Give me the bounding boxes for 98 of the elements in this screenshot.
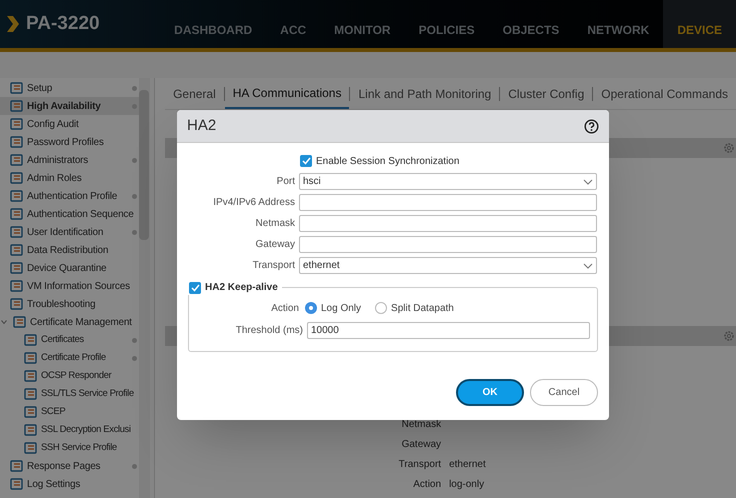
document-icon [13, 316, 27, 328]
document-icon [10, 154, 24, 166]
tab[interactable]: General [165, 78, 224, 109]
help-icon[interactable] [584, 118, 599, 134]
sidebar-item[interactable]: Response Pages [0, 457, 139, 475]
chevron-down-icon [583, 262, 593, 268]
nav-tab[interactable]: MONITOR [320, 0, 405, 48]
field-label: Threshold (ms) [236, 324, 303, 338]
input-field[interactable] [299, 194, 597, 211]
scrollbar[interactable] [138, 78, 150, 498]
document-icon [10, 226, 24, 238]
sidebar-item[interactable]: VM Information Sources [0, 277, 139, 295]
sidebar-item[interactable]: Certificate Management [0, 313, 139, 331]
sidebar-item[interactable]: Setup [0, 79, 139, 97]
field-label: Action [271, 302, 299, 316]
radio-button[interactable] [375, 302, 388, 314]
settings-icon[interactable] [723, 142, 735, 154]
document-icon [10, 244, 24, 256]
dialog-title: HA2 [187, 116, 216, 136]
ok-button[interactable]: OK [456, 379, 524, 406]
cancel-button[interactable]: Cancel [530, 379, 598, 406]
tab[interactable]: Link and Path Monitoring [350, 78, 500, 109]
document-icon [10, 100, 24, 112]
dropdown[interactable]: hsci [299, 173, 597, 190]
sidebar-item[interactable]: Password Profiles [0, 133, 139, 151]
checkbox[interactable] [189, 282, 201, 294]
caret-icon[interactable] [1, 318, 7, 326]
product-name: PA-3220 [26, 12, 100, 36]
field-label: Transport [252, 259, 295, 273]
document-icon [10, 118, 24, 130]
document-icon [10, 478, 24, 490]
sidebar-item[interactable]: SSL/TLS Service Profile [0, 385, 139, 403]
document-icon [10, 460, 24, 472]
field-value: ethernet [449, 458, 486, 472]
document-icon [24, 370, 38, 382]
document-icon [10, 262, 24, 274]
nav-tab[interactable]: OBJECTS [488, 0, 574, 48]
sidebar-item[interactable]: Config Audit [0, 115, 139, 133]
document-icon [10, 172, 24, 184]
sidebar-item[interactable]: Authentication Profile [0, 187, 139, 205]
dropdown[interactable]: ethernet [299, 257, 597, 274]
nav-tab[interactable]: ACC [266, 0, 320, 48]
document-icon [24, 424, 38, 436]
document-icon [10, 136, 24, 148]
sidebar-item[interactable]: SSH Service Profile [0, 439, 139, 457]
document-icon [24, 442, 38, 454]
logo-icon [4, 14, 22, 34]
sidebar-item[interactable]: Certificates [0, 331, 139, 349]
sidebar-item[interactable]: OCSP Responder [0, 367, 139, 385]
checkbox-label: Enable Session Synchronization [316, 154, 460, 168]
sidebar-item[interactable]: Admin Roles [0, 169, 139, 187]
sidebar-item[interactable]: Administrators [0, 151, 139, 169]
document-icon [10, 280, 24, 292]
checkbox-label: HA2 Keep-alive [205, 281, 278, 295]
field-label: Netmask [402, 418, 442, 432]
document-icon [10, 208, 24, 220]
input-field[interactable]: 10000 [307, 322, 590, 339]
field-label: IPv4/IPv6 Address [213, 196, 295, 210]
sidebar-item[interactable]: SSL Decryption Exclusi [0, 421, 139, 439]
document-icon [24, 352, 38, 364]
field-label: Netmask [256, 217, 295, 231]
sidebar-item[interactable]: Device Quarantine [0, 259, 139, 277]
sidebar-item[interactable]: High Availability [0, 97, 139, 115]
field-label: Transport [398, 458, 442, 472]
radio-button[interactable] [305, 302, 317, 314]
sidebar-item[interactable]: SCEP [0, 403, 139, 421]
field-label: Gateway [402, 438, 442, 452]
radio-label: Split Datapath [391, 302, 454, 316]
document-icon [10, 298, 24, 310]
document-icon [24, 334, 38, 346]
sidebar-item[interactable]: User Identification [0, 223, 139, 241]
input-field[interactable] [299, 215, 597, 232]
nav-tab[interactable]: POLICIES [404, 0, 489, 48]
document-icon [24, 388, 38, 400]
field-label: Gateway [256, 238, 295, 252]
sidebar-item[interactable]: Troubleshooting [0, 295, 139, 313]
nav-tab[interactable]: DASHBOARD [160, 0, 266, 48]
sidebar-item[interactable]: Authentication Sequence [0, 205, 139, 223]
sidebar-item[interactable]: Data Redistribution [0, 241, 139, 259]
field-label: Action [413, 478, 442, 492]
tab[interactable]: Operational Commands [593, 78, 736, 109]
checkbox[interactable] [300, 155, 312, 167]
document-icon [10, 190, 24, 202]
chevron-down-icon [583, 178, 593, 184]
tab[interactable]: Cluster Config [500, 78, 592, 109]
sidebar-item[interactable]: Certificate Profile [0, 349, 139, 367]
input-field[interactable] [299, 236, 597, 253]
dropdown-value: ethernet [303, 259, 340, 273]
document-icon [10, 82, 24, 94]
dropdown-value: hsci [303, 175, 321, 189]
sidebar-item[interactable]: Log Settings [0, 475, 139, 493]
field-label: Port [276, 175, 295, 189]
document-icon [24, 406, 38, 418]
radio-label: Log Only [321, 302, 362, 316]
nav-tab[interactable]: NETWORK [573, 0, 664, 48]
nav-tab[interactable]: DEVICE [663, 0, 736, 48]
field-value: log-only [449, 478, 484, 492]
settings-icon[interactable] [723, 330, 735, 342]
